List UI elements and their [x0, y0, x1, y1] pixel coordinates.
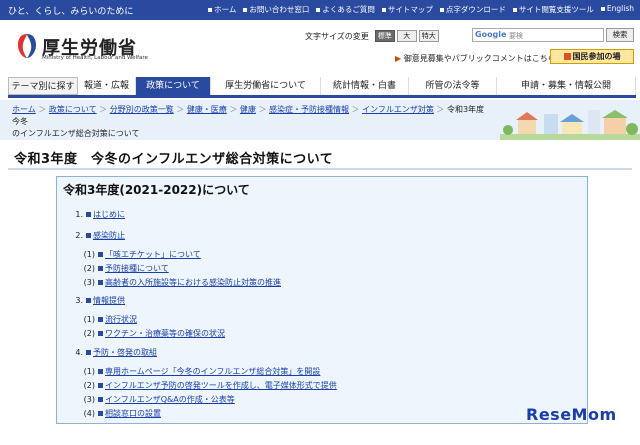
town-illustration [500, 110, 640, 140]
nav-laws[interactable]: 所管の法令等 [409, 77, 497, 95]
sub-link[interactable]: 「咳エチケット」について [105, 250, 201, 259]
section-awareness: 4. 予防・啓発の取組 [75, 348, 157, 357]
search-input[interactable]: Google 要検 [472, 28, 604, 42]
watermark: ReseMom [526, 405, 617, 424]
breadcrumb-infection[interactable]: 感染症・予防接種情報 [269, 105, 349, 114]
top-bar: ひと、くらし、みらいのために ホーム お問い合わせ窓口 よくあるご質問 サイトマ… [0, 0, 640, 20]
section-link[interactable]: 情報提供 [93, 296, 125, 305]
nav-press[interactable]: 報道・広報 [78, 77, 136, 95]
top-link-home[interactable]: ホーム [208, 4, 236, 15]
section-link[interactable]: はじめに [93, 210, 125, 219]
section-link[interactable]: 予防・啓発の取組 [93, 348, 157, 357]
page-title: 令和3年度 今冬のインフルエンザ総合対策について [14, 152, 334, 167]
arrow-right-icon: ▶ [395, 54, 402, 63]
bullet-icon [208, 8, 213, 12]
breadcrumb-policy[interactable]: 政策について [49, 105, 97, 114]
font-size-large[interactable]: 大 [396, 30, 417, 42]
font-size-xlarge[interactable]: 特大 [418, 30, 439, 42]
sub-link[interactable]: インフルエンザQ&Aの作成・公表等 [105, 395, 235, 404]
bullet-icon [600, 7, 605, 11]
site-logo[interactable]: 厚生労働省 Ministry of Health, Labour and Wel… [12, 30, 172, 66]
global-nav: テーマ別に探す 報道・広報 政策について 厚生労働省について 統計情報・白書 所… [8, 77, 636, 98]
participation-button[interactable]: 国民参加の場 [550, 49, 634, 64]
breadcrumb-current-cont: のインフルエンザ総合対策について [12, 129, 140, 138]
link-icon [98, 266, 103, 271]
breadcrumb-health-medical[interactable]: 健康・医療 [187, 105, 227, 114]
square-icon [563, 53, 571, 60]
public-comment-link[interactable]: ▶ 御意見募集やパブリックコメントはこちら [395, 53, 556, 64]
breadcrumb-field-policies[interactable]: 分野別の政策一覧 [110, 105, 174, 114]
bullet-icon [439, 8, 444, 12]
tagline: ひと、くらし、みらいのために [8, 7, 134, 17]
top-links: ホーム お問い合わせ窓口 よくあるご質問 サイトマップ 点字ダウンロード サイト… [208, 4, 634, 15]
logo-name-en: Ministry of Health, Labour and Welfare [42, 55, 148, 61]
link-icon [86, 298, 91, 303]
section-prevention: 2. 感染防止 [75, 231, 125, 240]
sub-link[interactable]: 相談窓口の設置 [105, 409, 161, 418]
bullet-icon [316, 8, 321, 12]
bullet-icon [381, 8, 386, 12]
link-icon [98, 331, 103, 336]
font-size-label: 文字サイズの変更 [305, 31, 369, 41]
nav-statistics[interactable]: 統計情報・白書 [321, 77, 409, 95]
sub-link[interactable]: 流行状況 [105, 315, 137, 324]
sub-link[interactable]: 予防接種について [105, 264, 169, 273]
link-icon [98, 369, 103, 374]
section-intro: 1. はじめに [75, 210, 125, 219]
top-link-faq[interactable]: よくあるご質問 [316, 4, 375, 15]
nav-theme[interactable]: テーマ別に探す [8, 77, 78, 95]
link-icon [98, 397, 103, 402]
list-item: (3) インフルエンザQ&Aの作成・公表等 [83, 395, 235, 404]
font-size-standard[interactable]: 標準 [374, 30, 395, 42]
search-button[interactable]: 検索 [606, 28, 634, 42]
nav-applications[interactable]: 申請・募集・情報公開 [497, 77, 636, 95]
top-link-contact[interactable]: お問い合わせ窓口 [243, 4, 309, 15]
top-link-english[interactable]: English [600, 4, 634, 15]
font-size-switcher: 文字サイズの変更 標準 大 特大 [305, 30, 439, 42]
link-icon [98, 317, 103, 322]
breadcrumb-health[interactable]: 健康 [240, 105, 256, 114]
nav-about[interactable]: 厚生労働省について [211, 77, 321, 95]
top-link-sitemap[interactable]: サイトマップ [381, 4, 433, 15]
panel-title: 令和3年度(2021-2022)について [63, 183, 250, 197]
nav-policy[interactable]: 政策について [136, 77, 211, 95]
link-icon [98, 280, 103, 285]
content-panel: 令和3年度(2021-2022)について 1. はじめに 2. 感染防止 (1) 「咳… [56, 176, 588, 424]
link-icon [98, 383, 103, 388]
google-logo: Google [475, 30, 507, 39]
link-icon [86, 233, 91, 238]
top-link-accessibility[interactable]: サイト閲覧支援ツール [512, 4, 594, 15]
bullet-icon [512, 8, 517, 12]
ministry-logo-icon [18, 34, 36, 58]
section-link[interactable]: 感染防止 [93, 231, 125, 240]
title-divider [8, 168, 632, 170]
list-item: (2) ワクチン・治療薬等の確保の状況 [83, 329, 225, 338]
sub-link[interactable]: ワクチン・治療薬等の確保の状況 [105, 329, 225, 338]
list-item: (4) 相談窓口の設置 [83, 409, 161, 418]
link-icon [86, 350, 91, 355]
breadcrumb-home[interactable]: ホーム [12, 105, 36, 114]
link-icon [98, 252, 103, 257]
breadcrumb-influenza[interactable]: インフルエンザ対策 [362, 105, 434, 114]
list-item: (1) 専用ホームページ「今冬のインフルエンザ総合対策」を開設 [83, 367, 321, 376]
sub-link[interactable]: 専用ホームページ「今冬のインフルエンザ総合対策」を開設 [105, 367, 320, 376]
list-item: (2) インフルエンザ予防の啓発ツールを作成し、電子媒体形式で提供 [83, 381, 337, 390]
link-icon [98, 411, 103, 416]
breadcrumb: ホーム ＞ 政策について ＞ 分野別の政策一覧 ＞ 健康・医療 ＞ 健康 ＞ 感… [12, 105, 493, 138]
search-placeholder: 要検 [509, 32, 523, 40]
list-item: (1) 「咳エチケット」について [83, 250, 201, 259]
bullet-icon [243, 8, 248, 12]
list-item: (2) 予防接種について [83, 264, 169, 273]
list-item: (3) 高齢者の入所施設等における感染防止対策の推進 [83, 278, 281, 287]
link-icon [86, 212, 91, 217]
section-information: 3. 情報提供 [75, 296, 125, 305]
top-link-braille[interactable]: 点字ダウンロード [439, 4, 506, 15]
sub-link[interactable]: 高齢者の入所施設等における感染防止対策の推進 [105, 278, 281, 287]
sub-link[interactable]: インフルエンザ予防の啓発ツールを作成し、電子媒体形式で提供 [105, 381, 337, 390]
list-item: (1) 流行状況 [83, 315, 137, 324]
